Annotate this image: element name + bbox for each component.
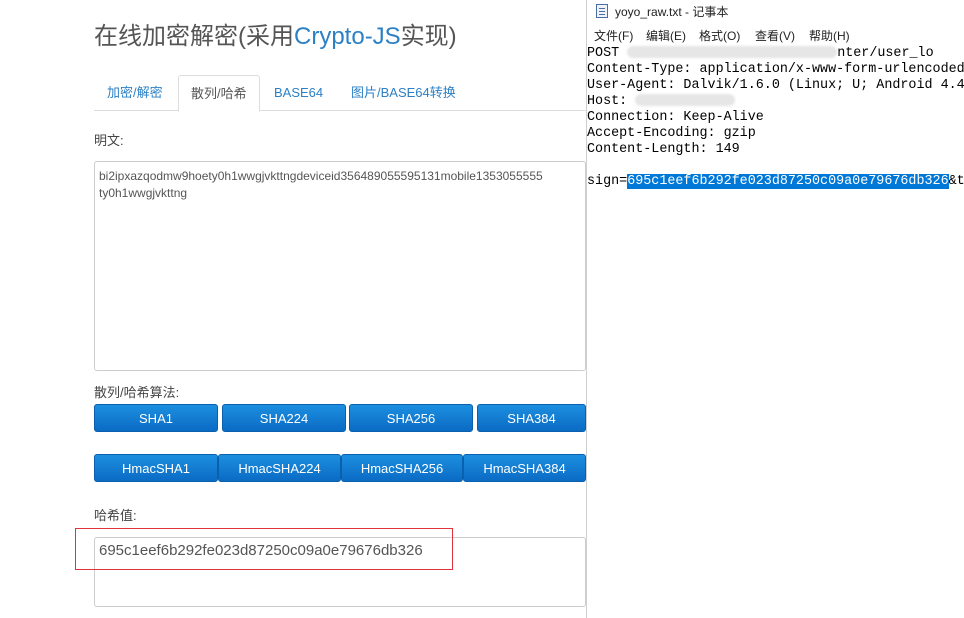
hash-algo-label: 散列/哈希算法: <box>94 385 180 400</box>
notepad-menubar: 文件(F) 编辑(E) 格式(O) 查看(V) 帮助(H) <box>587 25 964 45</box>
plaintext-label: 明文: <box>94 133 124 148</box>
page-title: 在线加密解密(采用Crypto-JS实现) <box>94 16 457 51</box>
tab-hash[interactable]: 散列/哈希 <box>178 75 260 112</box>
sign-suffix: &t <box>948 174 964 189</box>
tab-base64[interactable]: BASE64 <box>274 75 323 110</box>
menu-format[interactable]: 格式(O) <box>699 27 740 44</box>
notepad-title: yoyo_raw.txt - 记事本 <box>615 5 729 19</box>
hash-value-label: 哈希值: <box>94 508 137 523</box>
hmacsha224-button[interactable]: HmacSHA224 <box>218 454 341 482</box>
text-line-content-type: Content-Type: application/x-www-form-url… <box>587 62 964 77</box>
sign-prefix: sign= <box>587 174 628 189</box>
page-title-suffix: 实现) <box>400 23 457 50</box>
post-end: nter/user_lo <box>837 46 934 61</box>
plaintext-input[interactable]: bi2ipxazqodmw9hoety0h1wwgjvkttngdeviceid… <box>94 161 586 371</box>
page-title-accent: Crypto-JS <box>294 23 401 50</box>
notepad-text-area[interactable]: POST nter/user_lo Content-Type: applicat… <box>587 46 964 618</box>
tab-bar: 加密/解密 散列/哈希 BASE64 图片/BASE64转换 <box>94 75 586 112</box>
sha1-button[interactable]: SHA1 <box>94 404 218 432</box>
text-line-length: Content-Length: 149 <box>587 142 740 157</box>
menu-help[interactable]: 帮助(H) <box>809 27 850 44</box>
text-line-post: POST nter/user_lo <box>587 46 964 62</box>
tab-image-base64[interactable]: 图片/BASE64转换 <box>351 75 456 110</box>
text-line-encoding: Accept-Encoding: gzip <box>587 126 756 141</box>
text-line-connection: Connection: Keep-Alive <box>587 110 764 125</box>
menu-edit[interactable]: 编辑(E) <box>646 27 686 44</box>
host-label: Host: <box>587 94 628 109</box>
hmacsha256-button[interactable]: HmacSHA256 <box>341 454 463 482</box>
notepad-titlebar: yoyo_raw.txt - 记事本 <box>587 0 964 22</box>
text-line-user-agent: User-Agent: Dalvik/1.6.0 (Linux; U; Andr… <box>587 78 964 93</box>
text-line-sign: sign=695c1eef6b292fe023d87250c09a0e79676… <box>587 174 964 190</box>
sha256-button[interactable]: SHA256 <box>349 404 473 432</box>
plaintext-line: ty0h1wwgjvkttng <box>99 186 188 200</box>
sha224-button[interactable]: SHA224 <box>222 404 346 432</box>
hmacsha1-button[interactable]: HmacSHA1 <box>94 454 218 482</box>
tab-encrypt-decrypt[interactable]: 加密/解密 <box>107 75 163 110</box>
post-start: POST <box>587 46 628 61</box>
notepad-window: yoyo_raw.txt - 记事本 文件(F) 编辑(E) 格式(O) 查看(… <box>586 0 964 618</box>
menu-view[interactable]: 查看(V) <box>755 27 795 44</box>
notepad-icon <box>596 4 608 18</box>
selected-sign-value: 695c1eef6b292fe023d87250c09a0e79676db326 <box>627 174 949 189</box>
text-line-empty <box>587 158 964 174</box>
menu-file[interactable]: 文件(F) <box>594 27 633 44</box>
redacted-host <box>635 94 736 107</box>
hmacsha384-button[interactable]: HmacSHA384 <box>463 454 586 482</box>
text-line-host: Host: <box>587 94 964 110</box>
highlight-box <box>75 528 453 570</box>
sha384-button[interactable]: SHA384 <box>477 404 586 432</box>
redacted-url <box>627 46 838 59</box>
page-title-prefix: 在线加密解密(采用 <box>94 23 294 50</box>
plaintext-line: bi2ipxazqodmw9hoety0h1wwgjvkttngdeviceid… <box>99 169 543 183</box>
